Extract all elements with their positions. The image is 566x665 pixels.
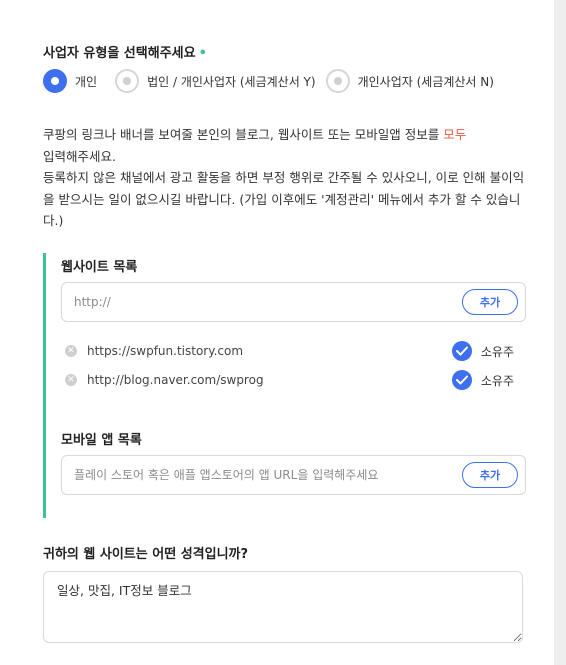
- radio-label: 개인사업자 (세금계산서 N): [357, 74, 494, 89]
- website-url: http://blog.naver.com/swprog: [87, 373, 264, 387]
- business-type-radio-group: 개인 법인 / 개인사업자 (세금계산서 Y) 개인사업자 (세금계산서 N): [43, 68, 494, 94]
- highlight-text: 모두: [443, 127, 467, 142]
- channel-description: 쿠팡의 링크나 배너를 보여줄 본인의 블로그, 웹사이트 또는 모바일앱 정보…: [43, 127, 525, 228]
- radio-unselected-icon: [115, 69, 140, 93]
- website-url-field: 추가: [61, 282, 526, 322]
- radio-individual[interactable]: 개인: [43, 69, 97, 93]
- radio-selected-icon: [43, 69, 67, 93]
- radio-unselected-icon: [325, 69, 350, 93]
- mobile-app-url-input[interactable]: [74, 456, 454, 494]
- signup-card: 사업자 유형을 선택해주세요 • 개인 법인 / 개인사업자 (세금계산서 Y) …: [0, 0, 554, 665]
- mobile-app-url-field: 추가: [61, 455, 526, 495]
- business-type-title: 사업자 유형을 선택해주세요 •: [43, 46, 207, 61]
- website-list-item: ✕ http://blog.naver.com/swprog 소유주: [61, 369, 526, 391]
- radio-corporate[interactable]: 법인 / 개인사업자 (세금계산서 Y): [115, 69, 316, 93]
- channel-panel: 웹사이트 목록 추가 ✕ https://swpfun.tistory.com …: [43, 253, 528, 518]
- website-nature-title: 귀하의 웹 사이트는 어떤 성격입니까?: [43, 547, 249, 562]
- website-url: https://swpfun.tistory.com: [87, 344, 244, 358]
- owner-label: 소유주: [480, 373, 514, 388]
- website-url-input[interactable]: [74, 283, 454, 321]
- mobile-app-list-title: 모바일 앱 목록: [61, 433, 142, 448]
- remove-icon[interactable]: ✕: [65, 345, 77, 357]
- owner-toggle[interactable]: 소유주: [451, 369, 514, 391]
- add-mobile-app-button[interactable]: 추가: [462, 462, 518, 488]
- required-mark: •: [198, 46, 207, 61]
- website-list-item: ✕ https://swpfun.tistory.com 소유주: [61, 340, 526, 362]
- check-icon[interactable]: [451, 341, 472, 361]
- owner-toggle[interactable]: 소유주: [451, 340, 514, 362]
- website-list-title: 웹사이트 목록: [61, 260, 138, 275]
- radio-label: 개인: [75, 74, 98, 89]
- owner-label: 소유주: [480, 344, 514, 359]
- check-icon[interactable]: [451, 370, 472, 390]
- radio-sole-proprietor[interactable]: 개인사업자 (세금계산서 N): [325, 69, 494, 93]
- website-nature-textarea[interactable]: 일상, 맛집, IT정보 블로그: [43, 571, 523, 643]
- remove-icon[interactable]: ✕: [65, 374, 77, 386]
- radio-label: 법인 / 개인사업자 (세금계산서 Y): [147, 74, 316, 89]
- add-website-button[interactable]: 추가: [462, 289, 518, 315]
